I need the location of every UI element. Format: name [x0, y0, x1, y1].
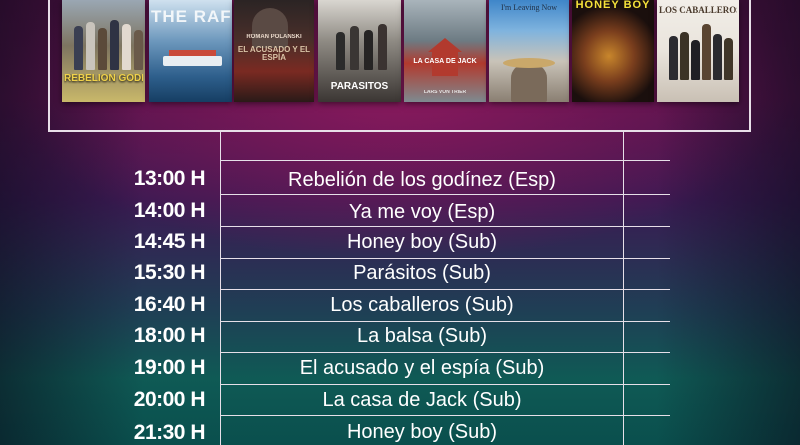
showtime: 14:00 H	[133, 199, 206, 222]
movie-title[interactable]: Los caballeros (Sub)	[221, 294, 623, 317]
showtime: 18:00 H	[133, 324, 206, 347]
poster-el-acusado[interactable]: ROMAN POLANSKI EL ACUSADO Y EL ESPÍA	[234, 0, 314, 102]
poster-title: LA CASA DE JACK	[413, 58, 477, 65]
poster-the-raft[interactable]: THE RAFT	[149, 0, 232, 102]
movie-title[interactable]: La balsa (Sub)	[221, 325, 623, 348]
movie-title[interactable]: Parásitos (Sub)	[221, 262, 623, 285]
poster-subtitle: LARS VON TRIER	[423, 90, 467, 95]
poster-title: THE RAFT	[151, 8, 230, 25]
movie-title[interactable]: Ya me voy (Esp)	[221, 201, 623, 224]
poster-leaving-now[interactable]: I'm Leaving Now	[489, 0, 569, 102]
poster-title: PARÁSITOS	[330, 82, 389, 92]
row-divider	[220, 289, 670, 290]
row-divider	[220, 384, 670, 385]
poster-subtitle: ROMAN POLANSKI	[246, 34, 302, 40]
row-divider	[220, 160, 670, 161]
poster-casa-jack[interactable]: LA CASA DE JACK LARS VON TRIER	[404, 0, 486, 102]
showtime: 19:00 H	[133, 356, 206, 379]
showtime: 21:30 H	[133, 421, 206, 444]
poster-caballeros[interactable]: LOS CABALLEROS	[657, 0, 739, 102]
poster-parasitos[interactable]: PARÁSITOS	[318, 0, 401, 102]
showtime: 20:00 H	[133, 388, 206, 411]
row-divider	[220, 352, 670, 353]
showtime: 15:30 H	[133, 261, 206, 284]
showtime: 13:00 H	[133, 167, 206, 190]
row-divider	[220, 415, 670, 416]
poster-title: EL ACUSADO Y EL ESPÍA	[237, 46, 311, 62]
movie-title[interactable]: Honey boy (Sub)	[221, 231, 623, 254]
poster-title: HONEY BOY	[575, 0, 651, 11]
poster-title: I'm Leaving Now	[500, 4, 558, 12]
movie-title[interactable]: Honey boy (Sub)	[221, 421, 623, 444]
movie-title[interactable]: El acusado y el espía (Sub)	[221, 357, 623, 380]
poster-title: LOS CABALLEROS	[659, 6, 737, 15]
movie-title[interactable]: La casa de Jack (Sub)	[221, 389, 623, 412]
row-divider	[220, 321, 670, 322]
row-divider	[220, 226, 670, 227]
poster-title: REBELIÓN GODÍNEZ	[64, 74, 143, 84]
row-divider	[220, 194, 670, 195]
showtime: 16:40 H	[133, 293, 206, 316]
poster-honey-boy[interactable]: HONEY BOY	[572, 0, 654, 102]
showtime: 14:45 H	[133, 230, 206, 253]
row-divider	[220, 258, 670, 259]
poster-rebelion[interactable]: REBELIÓN GODÍNEZ	[62, 0, 145, 102]
movie-title[interactable]: Rebelión de los godínez (Esp)	[221, 169, 623, 192]
